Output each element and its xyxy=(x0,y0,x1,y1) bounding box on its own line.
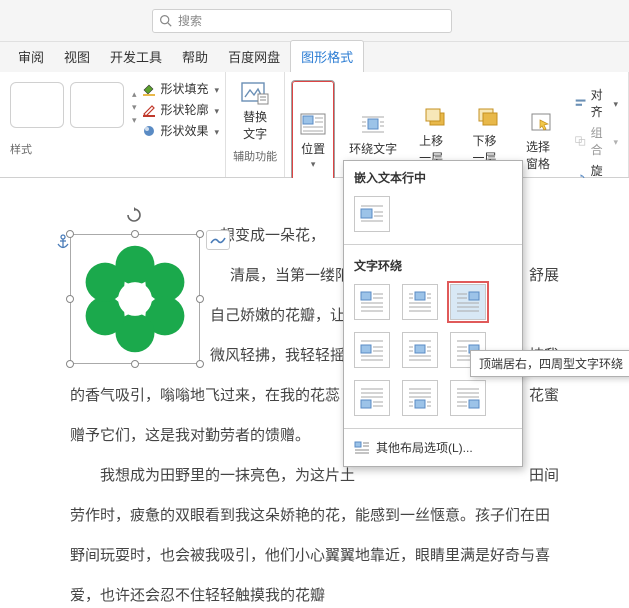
resize-handle[interactable] xyxy=(196,360,204,368)
position-mid-center[interactable] xyxy=(402,332,438,368)
position-top-right[interactable] xyxy=(450,284,486,320)
selection-icon xyxy=(528,110,556,136)
position-bot-center[interactable] xyxy=(402,380,438,416)
resize-handle[interactable] xyxy=(66,360,74,368)
tab-review[interactable]: 审阅 xyxy=(8,41,54,72)
flower-shape[interactable] xyxy=(70,234,200,364)
layout-options-icon[interactable] xyxy=(206,230,230,250)
tab-baidudisk[interactable]: 百度网盘 xyxy=(218,41,290,72)
document-area[interactable]: 想变成一朵花， 清晨，当第一缕阳舒展 自己娇嫩的花瓣，让晨 微风轻拂，我轻轻摇曳… xyxy=(0,178,629,608)
alttext-button[interactable]: 替换 文字 xyxy=(232,76,278,146)
tooltip: 顶端居右，四周型文字环绕 xyxy=(470,350,629,377)
shape-effect-button[interactable]: 形状效果 xyxy=(141,122,220,139)
chevron-down-icon: ▾ xyxy=(311,159,316,170)
group-shapestyles: ▴ ▾ ▾ 形状填充 形状轮廓 形状效果 样式 xyxy=(0,72,226,177)
position-bot-right[interactable] xyxy=(450,380,486,416)
position-top-left[interactable] xyxy=(354,284,390,320)
resize-handle[interactable] xyxy=(131,230,139,238)
shape-fill-button[interactable]: 形状填充 xyxy=(141,80,220,97)
align-icon xyxy=(575,96,586,110)
selected-shape[interactable] xyxy=(70,234,200,364)
shape-outline-button[interactable]: 形状轮廓 xyxy=(141,101,220,118)
more-icon[interactable]: ▾ xyxy=(132,115,137,126)
sendback-icon xyxy=(474,104,502,130)
more-layout-icon xyxy=(354,441,370,455)
search-icon xyxy=(159,14,172,27)
tab-shapeformat[interactable]: 图形格式 xyxy=(290,40,364,72)
resize-handle[interactable] xyxy=(66,230,74,238)
effect-icon xyxy=(141,123,157,139)
position-inline[interactable] xyxy=(354,196,390,232)
group-button[interactable]: 组合 xyxy=(575,124,618,158)
position-mid-left[interactable] xyxy=(354,332,390,368)
tab-view[interactable]: 视图 xyxy=(54,41,100,72)
position-top-center[interactable] xyxy=(402,284,438,320)
ribbon-tabs: 审阅 视图 开发工具 帮助 百度网盘 图形格式 xyxy=(0,42,629,72)
resize-handle[interactable] xyxy=(131,360,139,368)
resize-handle[interactable] xyxy=(66,295,74,303)
position-icon xyxy=(299,112,327,138)
pen-outline-icon xyxy=(141,102,157,118)
group-icon xyxy=(575,134,586,148)
shape-style-swatch[interactable] xyxy=(70,82,124,128)
position-bot-left[interactable] xyxy=(354,380,390,416)
ribbon: ▴ ▾ ▾ 形状填充 形状轮廓 形状效果 样式 xyxy=(0,72,629,178)
dd-wrap-title: 文字环绕 xyxy=(344,249,522,280)
tab-help[interactable]: 帮助 xyxy=(172,41,218,72)
align-button[interactable]: 对齐 xyxy=(575,86,618,120)
position-dropdown: 嵌入文本行中 文字环绕 其他布局选项(L)... xyxy=(343,160,523,467)
group-label-accessibility: 辅助功能 xyxy=(233,146,277,166)
search-input[interactable]: 搜索 xyxy=(152,9,452,33)
tab-devtools[interactable]: 开发工具 xyxy=(100,41,172,72)
resize-handle[interactable] xyxy=(196,295,204,303)
group-accessibility: 替换 文字 辅助功能 xyxy=(226,72,285,177)
bucket-icon xyxy=(141,81,157,97)
dd-inline-title: 嵌入文本行中 xyxy=(344,161,522,192)
chevron-down-icon[interactable]: ▾ xyxy=(132,102,137,113)
more-layout-options[interactable]: 其他布局选项(L)... xyxy=(344,433,522,462)
group-label-styles: 样式 xyxy=(6,139,32,159)
titlebar: 搜索 xyxy=(0,0,629,42)
wrap-icon xyxy=(359,112,387,138)
chevron-up-icon[interactable]: ▴ xyxy=(132,89,137,100)
search-placeholder: 搜索 xyxy=(178,12,202,29)
resize-handle[interactable] xyxy=(196,230,204,238)
rotate-handle-icon[interactable] xyxy=(125,206,143,227)
shape-style-swatch[interactable] xyxy=(10,82,64,128)
bringforward-icon xyxy=(421,104,449,130)
alttext-icon xyxy=(240,80,270,106)
alttext-label: 替换 文字 xyxy=(243,108,267,142)
